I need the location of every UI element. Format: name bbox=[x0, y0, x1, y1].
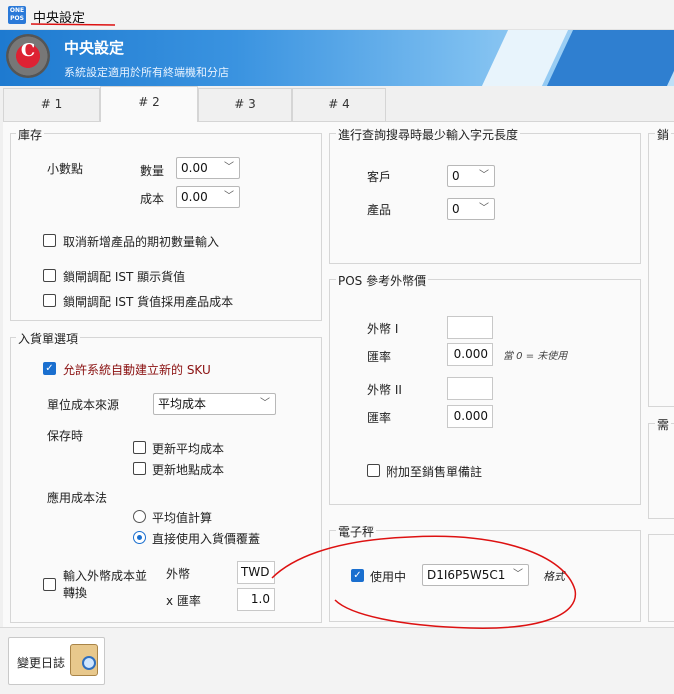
title-underline bbox=[30, 23, 116, 26]
ink-annotation bbox=[30, 23, 577, 629]
scale-circle-annotation bbox=[271, 535, 577, 629]
